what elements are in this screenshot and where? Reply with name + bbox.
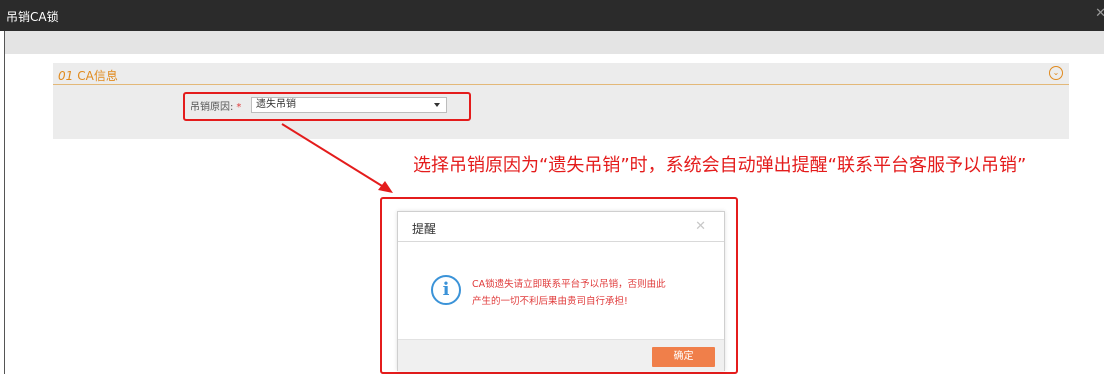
dialog-title: 提醒 xyxy=(412,222,437,236)
ok-button[interactable]: 确定 xyxy=(652,347,715,367)
dialog-message-line1: CA锁遗失请立即联系平台予以吊销，否则由此 xyxy=(472,279,666,290)
dialog-message-line2: 产生的一切不利后果由贵司自行承担! xyxy=(472,296,628,307)
dialog-footer: 确定 xyxy=(398,339,724,371)
annotation-text: 选择吊销原因为“遗失吊销”时，系统会自动弹出提醒“联系平台客服予以吊销” xyxy=(413,155,1027,176)
info-icon: i xyxy=(431,275,461,305)
dialog-header: 提醒 ✕ xyxy=(398,212,724,242)
reminder-dialog: 提醒 ✕ i CA锁遗失请立即联系平台予以吊销，否则由此 产生的一切不利后果由贵… xyxy=(397,211,725,371)
close-icon[interactable]: ✕ xyxy=(695,219,706,234)
dialog-message: CA锁遗失请立即联系平台予以吊销，否则由此 产生的一切不利后果由贵司自行承担! xyxy=(472,276,707,310)
